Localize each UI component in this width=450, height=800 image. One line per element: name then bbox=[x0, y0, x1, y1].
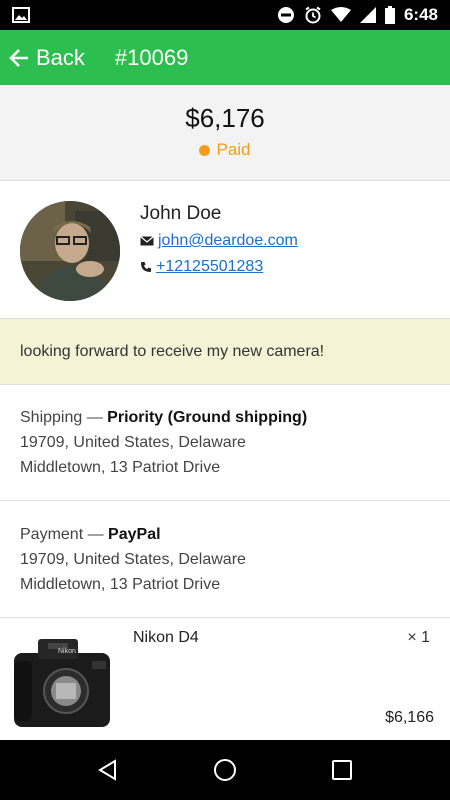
order-id-title: #10069 bbox=[114, 44, 189, 70]
order-total: $6,176 bbox=[185, 103, 265, 133]
product-name: Nikon D4 bbox=[133, 629, 199, 646]
nav-recents-button[interactable] bbox=[322, 750, 362, 790]
status-bar-right: 6:48 bbox=[277, 5, 438, 25]
signal-icon bbox=[359, 7, 376, 23]
status-time: 6:48 bbox=[403, 5, 438, 24]
back-label: Back bbox=[36, 44, 85, 70]
payment-address-line2: Middletown, 13 Patriot Drive bbox=[20, 576, 221, 593]
avatar bbox=[20, 201, 120, 301]
svg-text:Nikon: Nikon bbox=[58, 648, 76, 655]
shipping-section: Shipping — Priority (Ground shipping) 19… bbox=[0, 385, 450, 501]
customer-info: John Doe john@deardoe.com +12125501283 bbox=[140, 203, 298, 284]
do-not-disturb-icon bbox=[277, 7, 294, 23]
recents-square-icon bbox=[331, 760, 352, 780]
customer-email-link[interactable]: john@deardoe.com bbox=[158, 232, 298, 250]
nav-home-button[interactable] bbox=[205, 750, 245, 790]
nav-back-button[interactable] bbox=[88, 750, 128, 790]
customer-email-row: john@deardoe.com bbox=[140, 232, 298, 250]
product-row[interactable]: Nikon Nikon D4 × 1 $6,166 bbox=[0, 619, 450, 740]
app-bar: Back #10069 bbox=[0, 30, 450, 85]
product-price: $6,166 bbox=[385, 709, 434, 726]
system-nav-bar bbox=[0, 740, 450, 800]
back-button[interactable]: Back bbox=[0, 30, 95, 85]
shipping-method: Priority (Ground shipping) bbox=[107, 409, 308, 426]
payment-header: Payment — PayPal bbox=[20, 522, 430, 547]
phone-icon bbox=[141, 262, 151, 272]
shipping-address-line2: Middletown, 13 Patriot Drive bbox=[20, 459, 221, 476]
shipping-label: Shipping — bbox=[20, 409, 103, 426]
customer-phone-link[interactable]: +12125501283 bbox=[156, 258, 263, 276]
payment-address-line1: 19709, United States, Delaware bbox=[20, 551, 246, 568]
payment-status: Paid bbox=[199, 140, 251, 160]
shipping-address-line1: 19709, United States, Delaware bbox=[20, 434, 246, 451]
payment-section: Payment — PayPal 19709, United States, D… bbox=[0, 502, 450, 618]
battery-icon bbox=[384, 6, 395, 24]
status-bar: 6:48 bbox=[0, 0, 450, 30]
home-circle-icon bbox=[213, 759, 236, 781]
avatar-photo bbox=[20, 201, 120, 301]
back-triangle-icon bbox=[98, 759, 117, 781]
alarm-icon bbox=[305, 6, 321, 24]
product-quantity: × 1 bbox=[407, 629, 430, 646]
envelope-icon bbox=[140, 236, 154, 246]
status-dot-icon bbox=[199, 144, 211, 156]
order-summary: $6,176 Paid bbox=[0, 85, 450, 181]
shipping-header: Shipping — Priority (Ground shipping) bbox=[20, 405, 430, 430]
wifi-icon bbox=[330, 7, 351, 22]
payment-status-label: Paid bbox=[216, 140, 251, 159]
image-icon bbox=[12, 7, 30, 23]
customer-note: looking forward to receive my new camera… bbox=[0, 319, 450, 385]
payment-method: PayPal bbox=[108, 526, 161, 543]
customer-name: John Doe bbox=[140, 203, 222, 224]
customer-card: John Doe john@deardoe.com +12125501283 bbox=[0, 181, 450, 319]
status-bar-left bbox=[12, 7, 30, 23]
customer-phone-row: +12125501283 bbox=[140, 258, 298, 276]
payment-label: Payment — bbox=[20, 526, 104, 543]
arrow-left-icon bbox=[9, 48, 28, 67]
product-image: Nikon bbox=[14, 639, 110, 727]
